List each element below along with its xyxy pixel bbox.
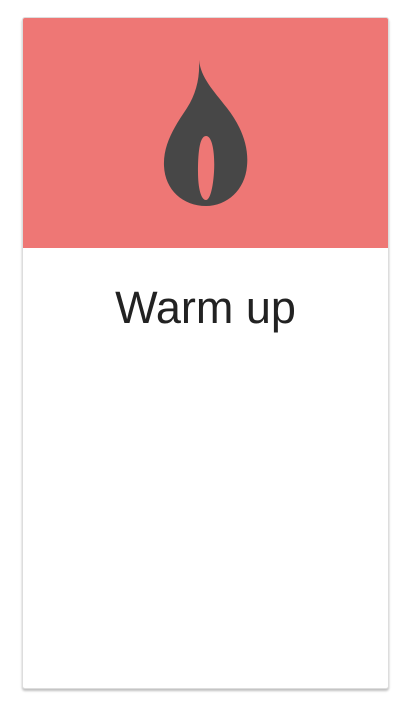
warm-up-card[interactable]: Warm up <box>22 17 389 689</box>
card-title: Warm up <box>115 282 296 333</box>
flame-icon <box>163 59 247 206</box>
card-header <box>23 18 388 248</box>
